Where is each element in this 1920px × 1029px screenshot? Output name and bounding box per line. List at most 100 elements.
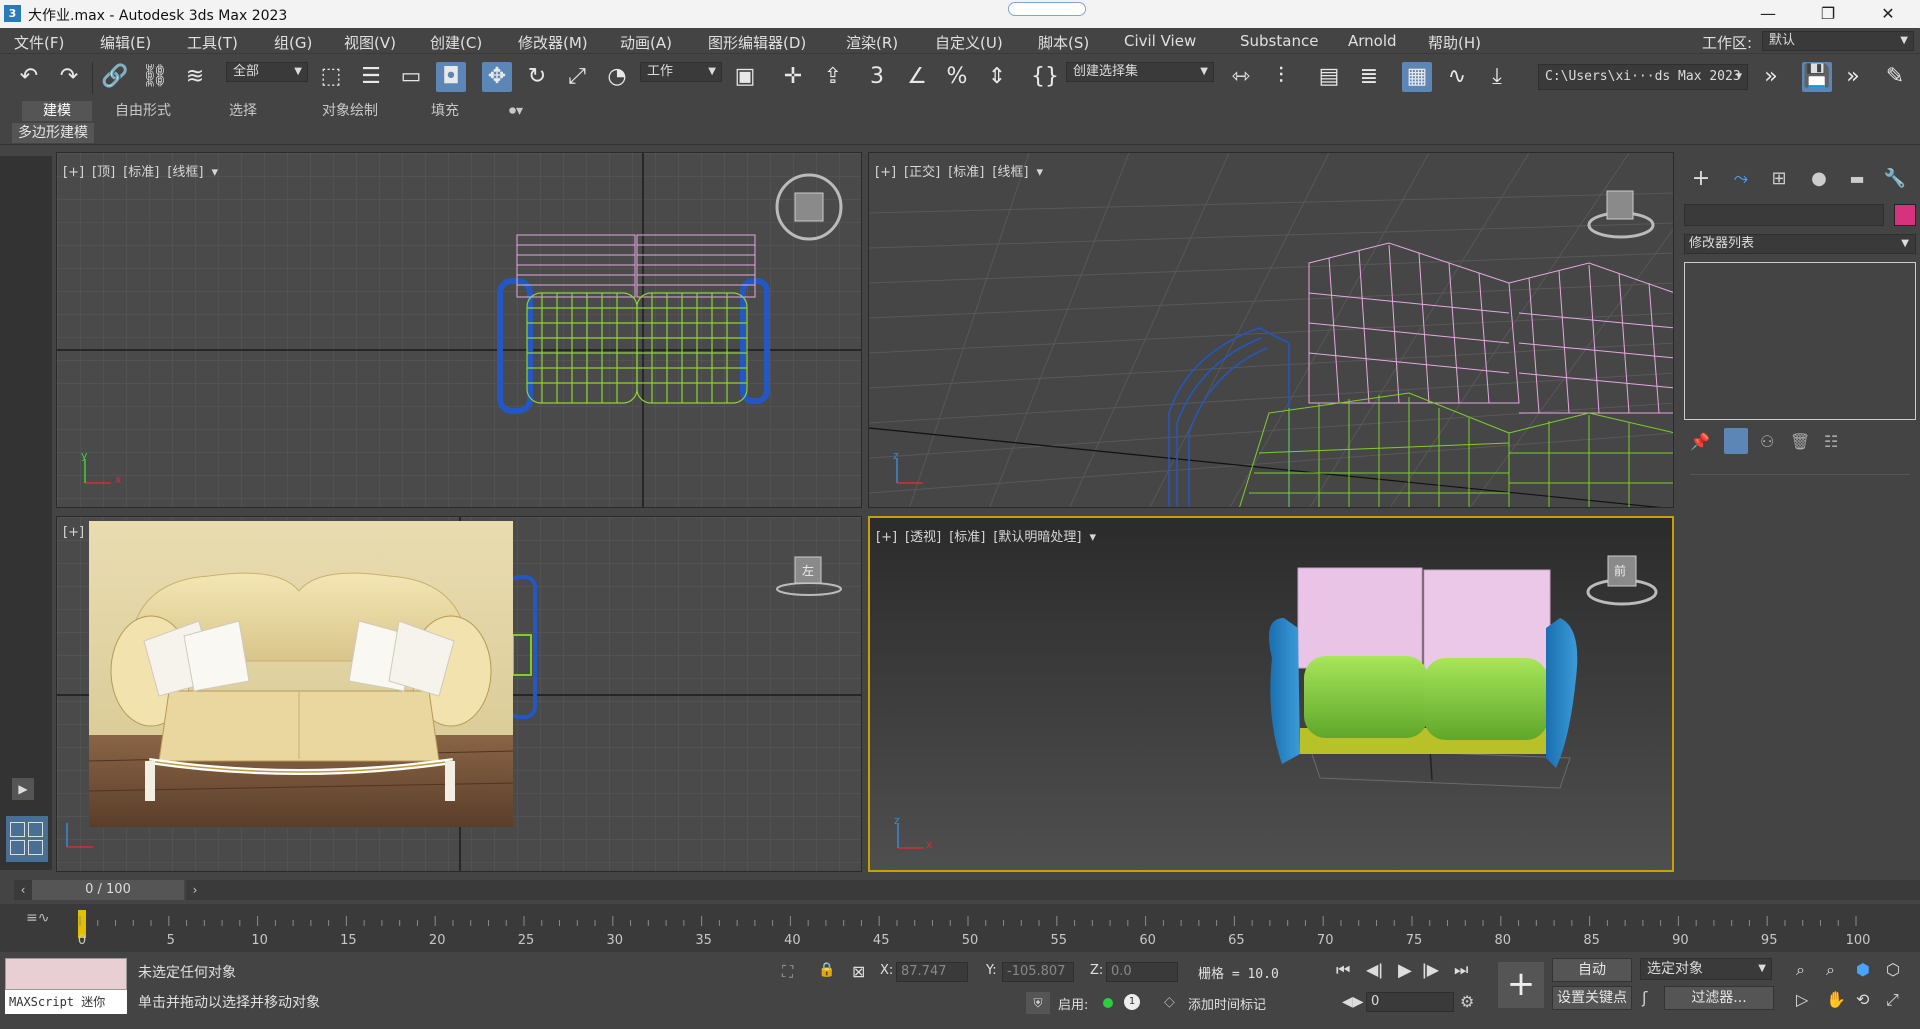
display-tab-icon[interactable]: ▬ <box>1844 166 1870 192</box>
vp-point-of-view[interactable]: [顶] <box>92 165 115 180</box>
rect-selection-icon[interactable]: ▭ <box>396 62 426 92</box>
viewcube-face-label[interactable]: 左 <box>802 562 814 579</box>
select-object-icon[interactable]: ⬚ <box>316 62 346 92</box>
curve-editor-icon[interactable]: ∿ <box>1442 62 1472 92</box>
menu-modifiers[interactable]: 修改器(M) <box>518 32 588 53</box>
menu-customize[interactable]: 自定义(U) <box>935 32 1003 53</box>
zoom-all-icon[interactable]: ⌕ <box>1826 960 1835 980</box>
named-selection-dropdown[interactable]: 创建选择集 ▼ <box>1066 62 1214 82</box>
viewport-label[interactable]: [+] [正交] [标准] [线框] ▾ <box>875 161 1051 180</box>
filter-icon[interactable]: ▾ <box>212 165 219 180</box>
save-icon[interactable]: 💾 <box>1802 62 1832 92</box>
orbit-icon[interactable]: ⟲ <box>1856 990 1869 1009</box>
menu-civil-view[interactable]: Civil View <box>1124 32 1196 50</box>
select-move-icon[interactable]: ✥ <box>482 62 512 92</box>
vp-menu-plus[interactable]: [+] <box>63 525 84 540</box>
link-icon[interactable]: 🔗 <box>100 62 130 92</box>
create-tab-icon[interactable]: + <box>1688 166 1714 192</box>
time-slider-track[interactable] <box>204 880 1920 900</box>
maximize-button[interactable]: ❐ <box>1808 2 1848 26</box>
filter-icon[interactable]: ▾ <box>1037 165 1044 180</box>
toggle-ribbon-icon[interactable]: ▦ <box>1402 62 1432 92</box>
minimize-button[interactable]: — <box>1748 2 1788 26</box>
menu-arnold[interactable]: Arnold <box>1348 32 1397 50</box>
vp-shading-mode[interactable]: [默认明暗处理] <box>993 530 1081 545</box>
align-icon[interactable]: ⫶ <box>1266 62 1296 92</box>
viewport-label[interactable]: [+] [顶] [标准] [线框] ▾ <box>63 161 226 180</box>
go-to-end-icon[interactable]: ⏭ <box>1454 960 1468 980</box>
close-button[interactable]: ✕ <box>1868 2 1908 26</box>
set-key-button[interactable]: 设置关键点 <box>1552 986 1632 1010</box>
menu-help[interactable]: 帮助(H) <box>1428 32 1481 53</box>
workspace-dropdown[interactable]: 默认 ▼ <box>1762 31 1914 51</box>
undo-icon[interactable]: ↶ <box>14 62 44 92</box>
time-slider-thumb[interactable]: 0 / 100 <box>32 880 184 900</box>
current-frame-field[interactable]: 0 <box>1366 992 1454 1012</box>
hierarchy-tab-icon[interactable]: ⊞ <box>1766 166 1792 192</box>
menu-view[interactable]: 视图(V) <box>344 32 396 53</box>
coord-system-dropdown[interactable]: 工作 ▼ <box>640 62 722 82</box>
vp-shading-mode[interactable]: [线框] <box>992 165 1028 180</box>
menu-scripting[interactable]: 脚本(S) <box>1038 32 1089 53</box>
time-tag-icon[interactable]: ◇ <box>1164 994 1175 1010</box>
tab-selection[interactable]: 选择 <box>210 101 276 121</box>
tab-freeform[interactable]: 自由形式 <box>100 101 186 121</box>
vp-shading-standard[interactable]: [标准] <box>123 165 159 180</box>
layer-explorer-icon[interactable]: ≣ <box>1354 62 1384 92</box>
tab-modeling[interactable]: 建模 <box>22 101 92 121</box>
viewport-left[interactable]: [+] 左 <box>56 516 862 872</box>
vp-menu-plus[interactable]: [+] <box>63 165 84 180</box>
mirror-icon[interactable]: ⇿ <box>1226 62 1256 92</box>
time-slider-prev-icon[interactable]: ‹ <box>14 880 32 900</box>
expand-toolbar-icon[interactable]: » <box>1756 62 1786 92</box>
keyboard-shortcut-icon[interactable]: ⇪ <box>818 62 848 92</box>
zoom-icon[interactable]: ⌕ <box>1796 960 1805 980</box>
menu-substance[interactable]: Substance <box>1240 32 1318 50</box>
menu-edit[interactable]: 编辑(E) <box>100 32 151 53</box>
scene-explorer-icon[interactable]: ▤ <box>1314 62 1344 92</box>
timeline-ticks[interactable]: 0 5 10 15 20 25 30 35 40 45 50 55 60 65 70 75 80 85 90 95 10… <box>0 904 1920 952</box>
menu-tools[interactable]: 工具(T) <box>187 32 238 53</box>
viewport-front[interactable]: [+] [正交] [标准] [线框] ▾ z <box>868 152 1674 508</box>
viewport-label[interactable]: [+] <box>63 525 92 540</box>
spinner-snap-icon[interactable]: ⇕ <box>982 62 1012 92</box>
vp-shading-standard[interactable]: [标准] <box>948 165 984 180</box>
tab-populate[interactable]: 填充 <box>412 101 478 121</box>
utilities-tab-icon[interactable]: 🔧 <box>1882 166 1908 192</box>
next-frame-icon[interactable]: ǀ▶ <box>1422 960 1439 979</box>
menu-create[interactable]: 创建(C) <box>430 32 482 53</box>
vp-shading-mode[interactable]: [线框] <box>167 165 203 180</box>
key-filter-dropdown[interactable]: 选定对象 ▼ <box>1640 958 1772 980</box>
viewport-layout-icon[interactable] <box>6 816 48 862</box>
viewcube-face-label[interactable]: 前 <box>1614 562 1626 579</box>
title-search-pill[interactable] <box>1008 2 1086 16</box>
percent-snap-icon[interactable]: % <box>942 62 972 92</box>
object-color-swatch[interactable] <box>1894 204 1916 226</box>
lock-selection-icon[interactable]: 🔒 <box>818 962 835 978</box>
x-coordinate-field[interactable]: 87.747 <box>896 962 968 982</box>
window-crossing-icon[interactable]: ◘ <box>436 62 466 92</box>
select-by-name-icon[interactable]: ☰ <box>356 62 386 92</box>
pivot-center-icon[interactable]: ▣ <box>730 62 760 92</box>
render-setup-icon[interactable]: ⤓ <box>1482 62 1512 92</box>
menu-file[interactable]: 文件(F) <box>14 32 64 53</box>
viewport-label[interactable]: [+] [透视] [标准] [默认明暗处理] ▾ <box>876 526 1104 545</box>
tab-object-paint[interactable]: 对象绘制 <box>300 101 400 121</box>
bind-space-warp-icon[interactable]: ≋ <box>180 62 210 92</box>
previous-frame-icon[interactable]: ◀ǀ <box>1366 960 1383 979</box>
maxscript-mini-input[interactable]: MAXScript 迷你 <box>5 990 127 1014</box>
modifier-stack[interactable] <box>1684 262 1916 420</box>
ribbon-options-icon[interactable]: ⏺▾ <box>498 101 534 121</box>
remove-modifier-icon[interactable]: 🗑 <box>1790 432 1810 451</box>
pin-stack-icon[interactable]: 📌 <box>1690 432 1710 451</box>
z-coordinate-field[interactable]: 0.0 <box>1106 962 1178 982</box>
go-to-start-icon[interactable]: ⏮ <box>1336 960 1350 980</box>
add-time-tag-text[interactable]: 添加时间标记 <box>1188 994 1266 1013</box>
modify-tab-icon[interactable]: ⤳ <box>1726 166 1756 192</box>
redo-icon[interactable]: ↷ <box>54 62 84 92</box>
play-icon[interactable]: ▶ <box>12 778 34 800</box>
isolate-selection-icon[interactable]: ⛶ <box>782 962 793 982</box>
info-icon[interactable]: 1 <box>1124 994 1140 1010</box>
select-manipulate-icon[interactable]: ✛ <box>778 62 808 92</box>
vp-point-of-view[interactable]: [透视] <box>905 530 941 545</box>
